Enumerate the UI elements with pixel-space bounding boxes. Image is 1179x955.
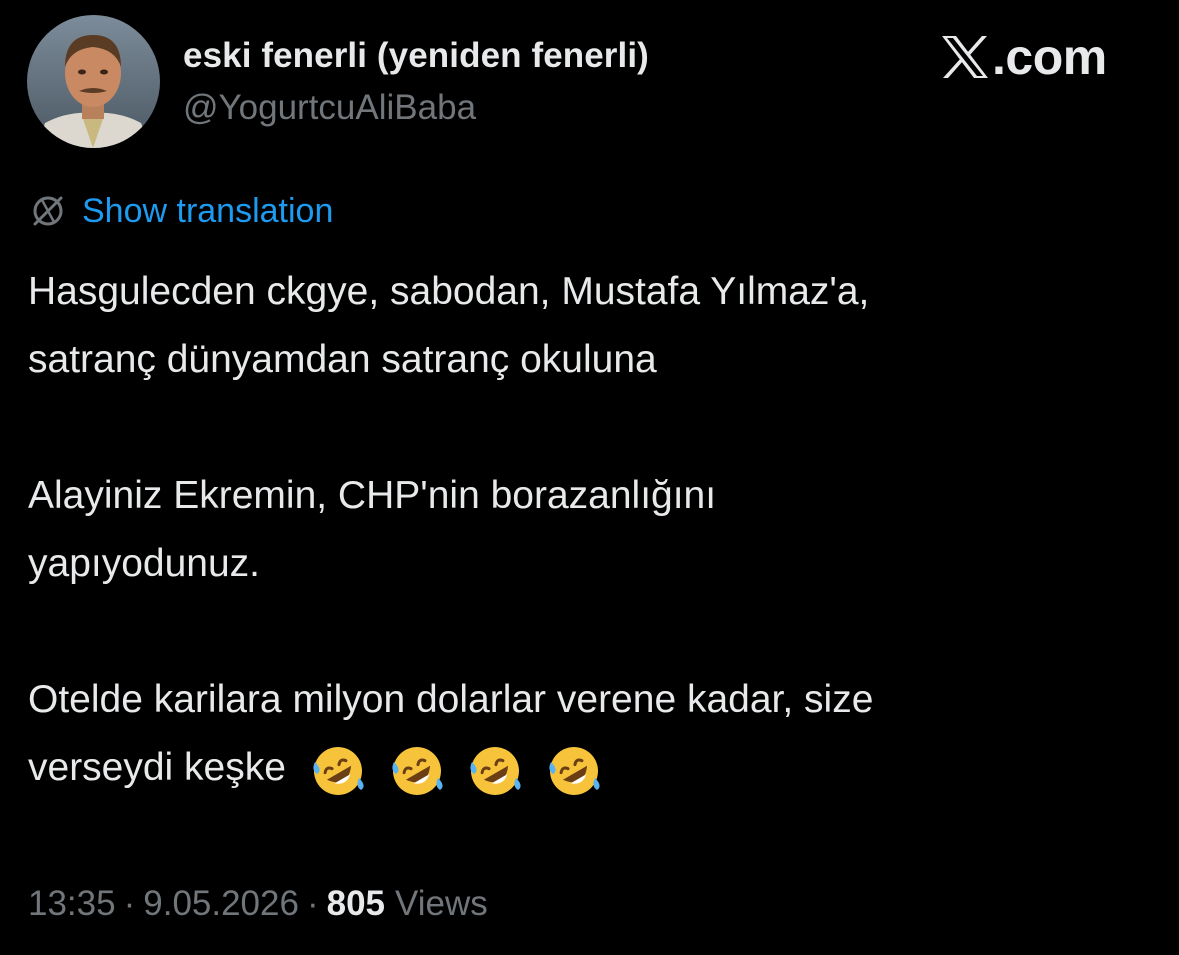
tweet-line: Otelde karilara milyon dolarlar verene k… <box>28 678 874 721</box>
views-count[interactable]: 805 <box>327 884 385 924</box>
tweet-time[interactable]: 13:35 <box>28 884 116 924</box>
tweet-line: satranç dünyamdan satranç okuluna <box>28 338 657 381</box>
avatar-photo <box>27 15 160 148</box>
meta-separator: · <box>123 884 136 923</box>
tweet-line: verseydi keşke <box>28 746 286 789</box>
x-logo-icon <box>942 36 988 78</box>
tweet-paragraph-3: Otelde karilara milyon dolarlar verene k… <box>28 666 1153 804</box>
tweet-line-with-emoji: verseydi keşke <box>28 734 1153 804</box>
brand-domain-text: .com <box>992 29 1107 85</box>
tweet-paragraph-2: Alayiniz Ekremin, CHP'nin borazanlığını … <box>28 462 1153 598</box>
tweet-text: Hasgulecden ckgye, sabodan, Mustafa Yılm… <box>28 258 1153 872</box>
show-translation-button[interactable]: Show translation <box>28 189 333 233</box>
tweet-date[interactable]: 9.05.2026 <box>143 884 299 924</box>
rolling-on-floor-laughing-emoji <box>470 747 522 796</box>
rolling-on-floor-laughing-emoji <box>549 747 600 796</box>
translate-globe-icon <box>33 196 63 226</box>
tweet-meta: 13:35 · 9.05.2026 · 805 Views <box>28 884 488 924</box>
rolling-on-floor-laughing-emoji <box>313 747 364 796</box>
tweet-line: yapıyodunuz. <box>28 542 261 585</box>
tweet-line: Alayiniz Ekremin, CHP'nin borazanlığını <box>28 474 717 517</box>
views-label: Views <box>395 884 488 923</box>
emoji-group <box>309 736 614 804</box>
tweet-line: Hasgulecden ckgye, sabodan, Mustafa Yılm… <box>28 270 870 313</box>
author-avatar[interactable] <box>27 15 160 148</box>
author-display-name[interactable]: eski fenerli (yeniden fenerli) <box>183 36 649 76</box>
x-com-watermark: .com <box>940 29 1107 85</box>
meta-separator: · <box>306 884 319 923</box>
tweet-paragraph-1: Hasgulecden ckgye, sabodan, Mustafa Yılm… <box>28 258 1153 394</box>
author-handle[interactable]: @YogurtcuAliBaba <box>183 88 476 128</box>
tweet-card: eski fenerli (yeniden fenerli) @Yogurtcu… <box>0 0 1179 955</box>
rolling-on-floor-laughing-emoji <box>392 747 443 796</box>
show-translation-label: Show translation <box>82 191 334 230</box>
